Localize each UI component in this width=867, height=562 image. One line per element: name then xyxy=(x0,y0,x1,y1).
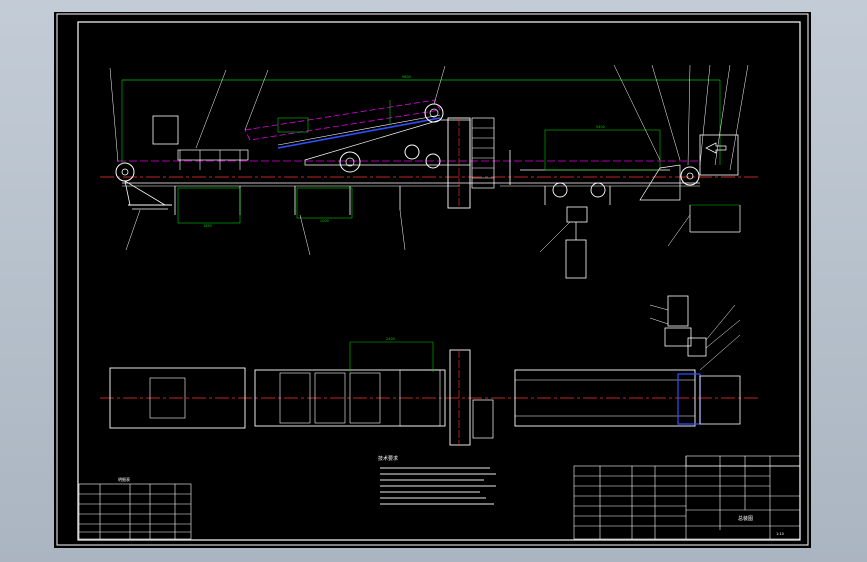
dim-head: 5400 xyxy=(596,125,605,129)
tech-req-title: 技术要求 xyxy=(378,455,398,462)
dim-left: 1840 xyxy=(203,224,212,228)
dim-mid: 2000 xyxy=(320,219,329,223)
plan-dim-top: 2400 xyxy=(386,337,395,341)
dim-overall: 9800 xyxy=(402,75,411,79)
parts-list-header: 明细表 xyxy=(118,476,130,482)
drawing-sheet: 9800 1840 2000 5400 2400 技术要求 明细表 总装图 1:… xyxy=(54,12,811,548)
title-drawing-name: 总装图 xyxy=(738,515,753,522)
cad-viewport: 9800 1840 2000 5400 2400 技术要求 明细表 总装图 1:… xyxy=(0,0,867,562)
title-scale: 1:10 xyxy=(776,532,784,536)
